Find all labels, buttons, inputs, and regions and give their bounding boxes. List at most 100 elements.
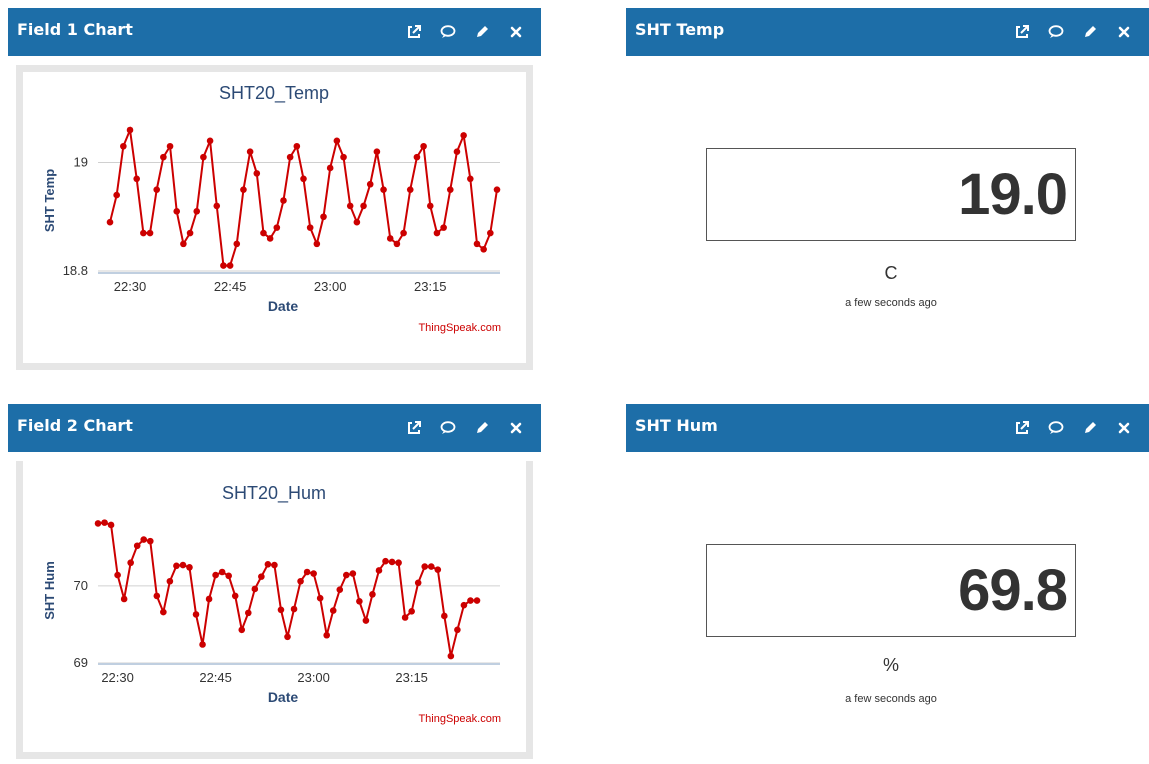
comment-icon[interactable]: [1039, 21, 1073, 43]
data-point: [382, 557, 389, 565]
data-point: [353, 218, 361, 226]
data-point: [326, 164, 334, 172]
data-point: [113, 191, 120, 199]
data-point: [413, 153, 421, 161]
data-point: [454, 626, 461, 634]
data-point: [266, 235, 274, 242]
data-point: [186, 229, 194, 237]
data-point: [467, 597, 474, 604]
data-point: [421, 563, 429, 570]
data-point: [140, 229, 147, 237]
comment-icon[interactable]: [431, 417, 465, 439]
x-axis-label: Date: [268, 689, 299, 705]
data-point: [140, 536, 148, 543]
data-point: [127, 559, 134, 567]
data-point: [205, 595, 213, 603]
data-point: [434, 566, 442, 573]
y-tick-label: 69: [74, 655, 88, 670]
data-point: [480, 246, 487, 253]
data-point: [306, 224, 314, 231]
data-point: [166, 142, 174, 150]
data-point: [106, 218, 114, 226]
panel-title: Field 2 Chart: [17, 416, 133, 435]
data-point: [179, 561, 187, 569]
data-point: [153, 592, 161, 600]
external-link-icon[interactable]: [397, 21, 431, 43]
data-point: [213, 202, 221, 210]
x-axis-label: Date: [268, 298, 299, 314]
field1-chart-panel: Field 1 Chart SHT20_Temp 18.8 19 22:30 22:45…: [8, 8, 541, 370]
y-tick-label: 70: [74, 578, 88, 593]
pencil-icon[interactable]: [1073, 417, 1107, 439]
external-link-icon[interactable]: [1005, 417, 1039, 439]
panel-body: SHT20_Hum 69 70 22:30 22:45 23:00 23:15 Date SHT…: [8, 452, 541, 759]
data-point: [320, 213, 327, 221]
temp-line-chart: SHT20_Temp 18.8 19 22:30 22:45 23:00 23:15 Date…: [42, 83, 501, 334]
pencil-icon[interactable]: [465, 417, 499, 439]
data-point: [166, 577, 174, 585]
data-point: [395, 559, 402, 567]
data-point: [393, 240, 401, 248]
data-point: [238, 626, 246, 634]
x-tick-label: 23:00: [297, 670, 330, 685]
data-point: [226, 262, 234, 269]
close-icon[interactable]: [1107, 21, 1141, 43]
temp-value-panel: SHT Temp 19.0 C a few seconds ago: [626, 8, 1149, 370]
field2-chart-panel: Field 2 Chart SHT20_Hum 69 70 22:30 22:45 23:…: [8, 404, 541, 759]
data-point: [427, 563, 435, 570]
updated-time: a few seconds ago: [845, 297, 937, 309]
value-display: 19.0: [706, 148, 1076, 241]
external-link-icon[interactable]: [397, 417, 431, 439]
data-point: [373, 148, 381, 155]
comment-icon[interactable]: [431, 21, 465, 43]
data-point: [231, 592, 239, 600]
chart-credit: ThingSpeak.com: [418, 713, 501, 725]
data-point: [356, 597, 363, 605]
panel-title: Field 1 Chart: [17, 20, 133, 39]
data-point: [153, 186, 161, 193]
hum-line-chart: SHT20_Hum 69 70 22:30 22:45 23:00 23:15 Date SHT…: [42, 483, 501, 725]
data-point: [218, 568, 226, 576]
data-point: [440, 224, 447, 231]
data-point: [126, 126, 134, 134]
data-point: [313, 240, 321, 248]
data-point: [94, 520, 102, 527]
data-point: [271, 561, 278, 569]
data-point: [107, 521, 115, 529]
data-point: [199, 641, 206, 648]
data-point: [180, 240, 187, 248]
data-point: [133, 542, 141, 550]
data-point: [366, 180, 374, 188]
data-point: [173, 208, 181, 215]
data-point: [212, 571, 219, 579]
pencil-icon[interactable]: [1073, 21, 1107, 43]
data-point: [200, 153, 207, 161]
x-tick-label: 23:15: [414, 279, 447, 294]
data-point: [349, 570, 357, 577]
pencil-icon[interactable]: [465, 21, 499, 43]
panel-actions: [1005, 21, 1141, 43]
data-point: [246, 148, 254, 155]
data-point: [473, 597, 481, 604]
close-icon[interactable]: [499, 21, 533, 43]
panel-header: Field 2 Chart: [8, 404, 541, 452]
external-link-icon[interactable]: [1005, 21, 1039, 43]
data-point: [193, 208, 201, 215]
data-point: [101, 519, 108, 526]
panel-actions: [397, 21, 533, 43]
data-point: [233, 240, 241, 248]
data-point: [220, 262, 227, 269]
panel-header: SHT Temp: [626, 8, 1149, 56]
hum-value-panel: SHT Hum 69.8 % a few seconds ago: [626, 404, 1149, 759]
data-point: [362, 617, 370, 624]
unit-label: C: [884, 263, 898, 283]
comment-icon[interactable]: [1039, 417, 1073, 439]
y-axis-label: SHT Temp: [42, 169, 57, 232]
close-icon[interactable]: [1107, 417, 1141, 439]
data-point: [186, 564, 193, 571]
data-point: [133, 175, 140, 183]
panel-title: SHT Temp: [635, 20, 725, 39]
panel-body: 19.0 C a few seconds ago: [626, 56, 1149, 370]
close-icon[interactable]: [499, 417, 533, 439]
data-point: [460, 601, 468, 609]
